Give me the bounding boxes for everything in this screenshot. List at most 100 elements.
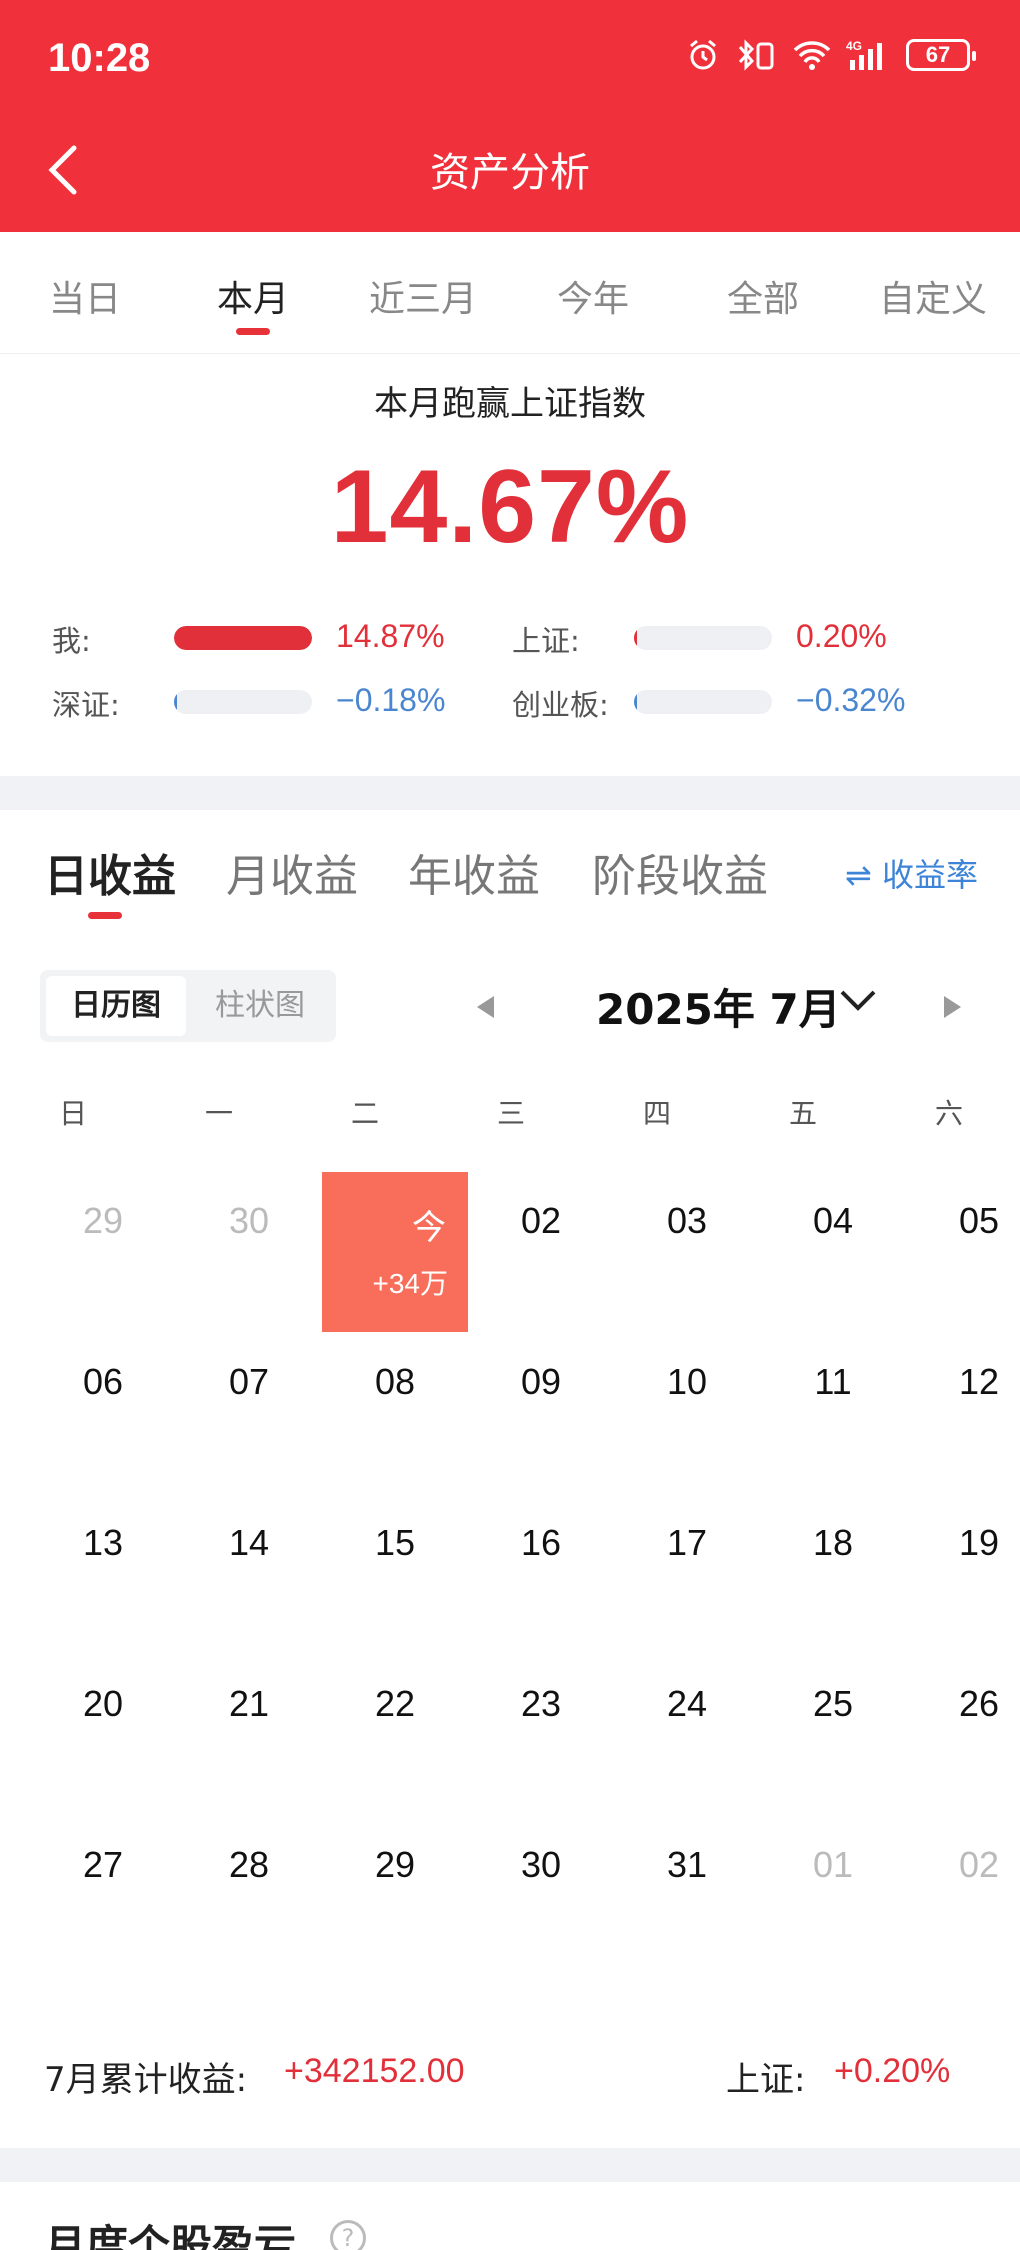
next-month-icon[interactable] xyxy=(942,994,964,1020)
calendar-day[interactable]: 28 xyxy=(176,1816,322,1976)
svg-text:4G: 4G xyxy=(846,39,862,53)
summary-title: 本月跑赢上证指数 xyxy=(374,384,646,424)
chevron-down-icon[interactable] xyxy=(838,986,878,1016)
day-number: 29 xyxy=(374,1844,416,1885)
day-number: 30 xyxy=(520,1844,562,1885)
calendar-day[interactable]: 10 xyxy=(614,1333,760,1493)
tab-yearly-profit[interactable]: 年收益 xyxy=(408,840,540,904)
tab-today[interactable]: 当日 xyxy=(0,270,170,322)
page-title: 资产分析 xyxy=(430,150,590,196)
weekday-label: 三 xyxy=(496,1097,525,1130)
day-number: 25 xyxy=(812,1683,854,1724)
day-number: 05 xyxy=(958,1200,1000,1241)
comparison-value: 14.87% xyxy=(336,618,445,654)
day-number: 17 xyxy=(666,1522,708,1563)
calendar-day[interactable]: 22 xyxy=(322,1655,468,1815)
calendar-day[interactable]: 09 xyxy=(468,1333,614,1493)
day-number: 15 xyxy=(374,1522,416,1563)
month-label[interactable]: 2025年 7月 xyxy=(596,976,841,1037)
bluetooth-vibrate-icon xyxy=(738,39,774,71)
day-number: 20 xyxy=(82,1683,124,1724)
tab-stage-profit[interactable]: 阶段收益 xyxy=(592,840,768,904)
day-number: 13 xyxy=(82,1522,124,1563)
weekday-label: 二 xyxy=(350,1097,379,1130)
calendar-day[interactable]: 16 xyxy=(468,1494,614,1654)
calendar-day[interactable]: 18 xyxy=(760,1494,906,1654)
outperform-percentage: 14.67% xyxy=(330,449,690,565)
alarm-icon xyxy=(690,39,716,70)
calendar-day[interactable]: 29 xyxy=(30,1172,176,1332)
calendar-day[interactable]: 13 xyxy=(30,1494,176,1654)
tab-custom[interactable]: 自定义 xyxy=(848,270,1018,322)
active-tab-indicator xyxy=(236,328,270,335)
signal-4g-icon: 4G xyxy=(846,39,882,70)
day-number: 22 xyxy=(374,1683,416,1724)
calendar-day[interactable]: 07 xyxy=(176,1333,322,1493)
calendar-day[interactable]: 06 xyxy=(30,1333,176,1493)
day-number: 10 xyxy=(666,1361,708,1402)
comparison-bar xyxy=(634,626,772,650)
comparison-value: 0.20% xyxy=(796,618,887,654)
tab-this-year[interactable]: 今年 xyxy=(508,270,678,322)
calendar-day[interactable]: 25 xyxy=(760,1655,906,1815)
calendar-day[interactable]: 29 xyxy=(322,1816,468,1976)
calendar-day[interactable]: 12 xyxy=(906,1333,1020,1493)
day-number: 07 xyxy=(228,1361,270,1402)
view-toggle: 日历图 柱状图 xyxy=(40,970,336,1042)
day-profit: +34万 xyxy=(372,1268,449,1299)
calendar-day[interactable]: 31 xyxy=(614,1816,760,1976)
day-number: 08 xyxy=(374,1361,416,1402)
calendar-view-button[interactable]: 日历图 xyxy=(46,976,186,1036)
calendar-day[interactable]: 20 xyxy=(30,1655,176,1815)
section-divider xyxy=(0,776,1020,810)
day-number: 09 xyxy=(520,1361,562,1402)
section-title: 月度个股盈亏 xyxy=(44,2221,297,2250)
calendar-day[interactable]: 21 xyxy=(176,1655,322,1815)
calendar-day[interactable]: 14 xyxy=(176,1494,322,1654)
calendar-day[interactable]: 19 xyxy=(906,1494,1020,1654)
day-number: 21 xyxy=(228,1683,270,1724)
day-number: 04 xyxy=(812,1200,854,1241)
tab-this-month[interactable]: 本月 xyxy=(168,270,338,322)
weekday-label: 五 xyxy=(788,1097,817,1130)
calendar-day[interactable]: 04 xyxy=(760,1172,906,1332)
tab-last-three-months[interactable]: 近三月 xyxy=(338,270,508,322)
calendar-day[interactable]: 17 xyxy=(614,1494,760,1654)
cumulative-profit-label: 7月累计收益: xyxy=(44,2060,248,2100)
calendar-day-today[interactable]: 今 +34万 xyxy=(322,1172,468,1332)
calendar-day[interactable]: 05 xyxy=(906,1172,1020,1332)
tab-all[interactable]: 全部 xyxy=(678,270,848,322)
comparison-bar-fill xyxy=(634,690,638,714)
calendar-day[interactable]: 27 xyxy=(30,1816,176,1976)
calendar-day[interactable]: 15 xyxy=(322,1494,468,1654)
calendar-day[interactable]: 03 xyxy=(614,1172,760,1332)
calendar-day[interactable]: 02 xyxy=(906,1816,1020,1976)
help-icon[interactable]: ? xyxy=(330,2220,366,2250)
calendar-day[interactable]: 24 xyxy=(614,1655,760,1815)
calendar-day[interactable]: 30 xyxy=(468,1816,614,1976)
calendar-day[interactable]: 30 xyxy=(176,1172,322,1332)
calendar-day[interactable]: 02 xyxy=(468,1172,614,1332)
calendar-day[interactable]: 08 xyxy=(322,1333,468,1493)
day-number: 24 xyxy=(666,1683,708,1724)
profit-rate-link[interactable]: ⇌ 收益率 xyxy=(845,850,978,896)
calendar-day[interactable]: 11 xyxy=(760,1333,906,1493)
prev-month-icon[interactable] xyxy=(474,994,496,1020)
bar-view-button[interactable]: 柱状图 xyxy=(190,976,330,1036)
day-number: 01 xyxy=(812,1844,854,1885)
tab-daily-profit[interactable]: 日收益 xyxy=(44,840,176,904)
day-number: 11 xyxy=(814,1361,852,1402)
weekday-label: 四 xyxy=(642,1097,671,1130)
day-number: 06 xyxy=(82,1361,124,1402)
day-number: 26 xyxy=(958,1683,1000,1724)
comparison-label: 深证: xyxy=(52,688,120,722)
calendar-day[interactable]: 23 xyxy=(468,1655,614,1815)
calendar-day[interactable]: 26 xyxy=(906,1655,1020,1815)
calendar-day[interactable]: 01 xyxy=(760,1816,906,1976)
status-icons: 4G 67 xyxy=(686,38,976,72)
profit-tab-indicator xyxy=(88,912,122,919)
index-label: 上证: xyxy=(726,2060,806,2100)
weekday-label: 一 xyxy=(204,1097,233,1130)
tab-monthly-profit[interactable]: 月收益 xyxy=(226,840,358,904)
day-number: 02 xyxy=(520,1200,562,1241)
